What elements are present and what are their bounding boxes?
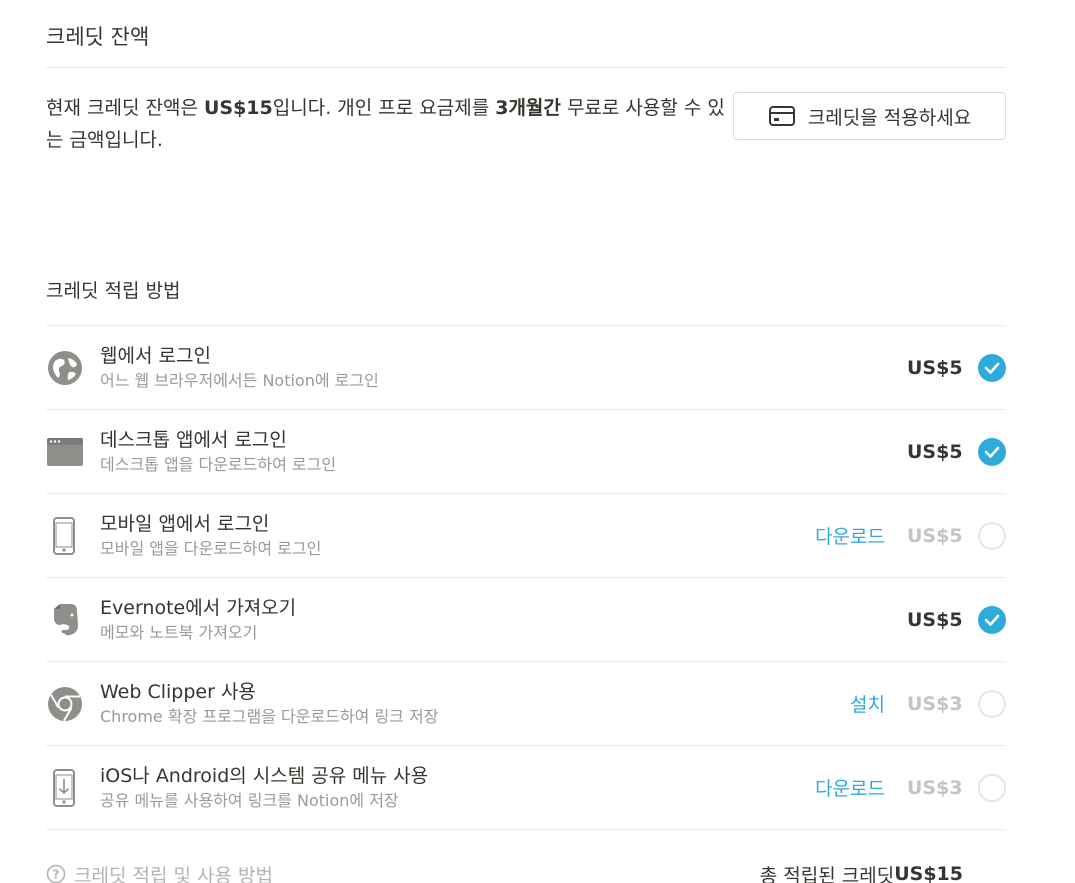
earn-credit-description: 데스크톱 앱을 다운로드하여 로그인 bbox=[100, 454, 337, 474]
apply-credit-label: 크레딧을 적용하세요 bbox=[807, 106, 972, 129]
question-circle-icon: ? bbox=[46, 864, 66, 883]
earn-credit-action-link[interactable]: 설치 bbox=[850, 690, 885, 717]
earn-credit-text: 웹에서 로그인 어느 웹 브라우저에서든 Notion에 로그인 bbox=[100, 343, 907, 393]
svg-text:?: ? bbox=[53, 868, 60, 882]
balance-text-before: 현재 크레딧 잔액은 bbox=[46, 97, 204, 119]
checkmark-icon bbox=[978, 605, 1006, 634]
evernote-elephant-icon bbox=[46, 600, 100, 640]
apply-credit-button[interactable]: 크레딧을 적용하세요 bbox=[733, 92, 1006, 140]
earn-credit-title: 웹에서 로그인 bbox=[100, 344, 211, 367]
earn-credit-description: 메모와 노트북 가져오기 bbox=[100, 622, 258, 642]
earn-credit-title: 모바일 앱에서 로그인 bbox=[100, 512, 270, 535]
earn-credit-amount: US$5 bbox=[907, 356, 963, 379]
earn-credit-amount: US$5 bbox=[907, 440, 963, 463]
mobile-phone-icon bbox=[46, 516, 100, 556]
earn-credit-status: 다운로드 US$3 bbox=[815, 773, 1006, 802]
total-credits: 총 적립된 크레딧 US$15 bbox=[760, 861, 963, 883]
earn-credit-title: iOS나 Android의 시스템 공유 메뉴 사용 bbox=[100, 764, 429, 787]
earn-credits-list: 웹에서 로그인 어느 웹 브라우저에서든 Notion에 로그인 US$5 데스… bbox=[46, 326, 1006, 830]
total-credits-value: US$15 bbox=[894, 863, 963, 883]
earn-credit-action-link[interactable]: 다운로드 bbox=[815, 774, 885, 801]
earn-credit-status: US$5 bbox=[907, 353, 1006, 382]
earn-credit-row: iOS나 Android의 시스템 공유 메뉴 사용 공유 메뉴를 사용하여 링… bbox=[46, 746, 1006, 830]
earn-credit-title: 데스크톱 앱에서 로그인 bbox=[100, 428, 287, 451]
balance-description: 현재 크레딧 잔액은 US$15입니다. 개인 프로 요금제를 3개월간 무료로… bbox=[46, 92, 726, 156]
earn-credit-amount: US$3 bbox=[907, 692, 963, 715]
earn-credit-amount: US$5 bbox=[907, 524, 963, 547]
earn-credit-text: Web Clipper 사용 Chrome 확장 프로그램을 다운로드하여 링크… bbox=[100, 679, 850, 729]
mobile-download-icon bbox=[46, 768, 100, 808]
globe-icon bbox=[46, 348, 100, 388]
earn-credit-amount: US$3 bbox=[907, 776, 963, 799]
credits-page: 크레딧 잔액 현재 크레딧 잔액은 US$15입니다. 개인 프로 요금제를 3… bbox=[0, 0, 1075, 883]
earn-credit-status: US$5 bbox=[907, 437, 1006, 466]
earn-credit-row: 웹에서 로그인 어느 웹 브라우저에서든 Notion에 로그인 US$5 bbox=[46, 326, 1006, 410]
earn-credit-title: Web Clipper 사용 bbox=[100, 680, 256, 703]
credits-container: 크레딧 잔액 현재 크레딧 잔액은 US$15입니다. 개인 프로 요금제를 3… bbox=[46, 0, 1006, 883]
earn-credit-row: Evernote에서 가져오기 메모와 노트북 가져오기 US$5 bbox=[46, 578, 1006, 662]
balance-section: 현재 크레딧 잔액은 US$15입니다. 개인 프로 요금제를 3개월간 무료로… bbox=[46, 68, 1006, 254]
earn-credit-title: Evernote에서 가져오기 bbox=[100, 596, 297, 619]
earn-credit-text: 데스크톱 앱에서 로그인 데스크톱 앱을 다운로드하여 로그인 bbox=[100, 427, 907, 477]
earn-credit-status: US$5 bbox=[907, 605, 1006, 634]
balance-amount: US$15 bbox=[203, 97, 273, 119]
empty-circle-icon bbox=[978, 773, 1006, 802]
earn-credit-status: 설치 US$3 bbox=[850, 689, 1006, 718]
earn-credit-text: iOS나 Android의 시스템 공유 메뉴 사용 공유 메뉴를 사용하여 링… bbox=[100, 763, 815, 813]
empty-circle-icon bbox=[978, 521, 1006, 550]
checkmark-icon bbox=[978, 437, 1006, 466]
page-title: 크레딧 잔액 bbox=[46, 0, 1006, 68]
earn-credit-row: 데스크톱 앱에서 로그인 데스크톱 앱을 다운로드하여 로그인 US$5 bbox=[46, 410, 1006, 494]
earn-credit-description: 모바일 앱을 다운로드하여 로그인 bbox=[100, 538, 322, 558]
credit-card-icon bbox=[768, 105, 796, 127]
earn-credit-amount: US$5 bbox=[907, 608, 963, 631]
earn-credit-action-link[interactable]: 다운로드 bbox=[815, 522, 885, 549]
checkmark-icon bbox=[978, 353, 1006, 382]
earn-credit-text: 모바일 앱에서 로그인 모바일 앱을 다운로드하여 로그인 bbox=[100, 511, 815, 561]
earn-credit-text: Evernote에서 가져오기 메모와 노트북 가져오기 bbox=[100, 595, 907, 645]
earn-credit-status: 다운로드 US$5 bbox=[815, 521, 1006, 550]
chrome-icon bbox=[46, 684, 100, 724]
earn-credit-row: 모바일 앱에서 로그인 모바일 앱을 다운로드하여 로그인 다운로드 US$5 bbox=[46, 494, 1006, 578]
empty-circle-icon bbox=[978, 689, 1006, 718]
credits-footer: ? 크레딧 적립 및 사용 방법 총 적립된 크레딧 US$15 bbox=[46, 830, 1006, 883]
earn-credit-description: 어느 웹 브라우저에서든 Notion에 로그인 bbox=[100, 370, 379, 390]
earn-credits-title: 크레딧 적립 방법 bbox=[46, 254, 1006, 326]
help-link[interactable]: ? 크레딧 적립 및 사용 방법 bbox=[46, 861, 273, 883]
balance-text-mid: 입니다. 개인 프로 요금제를 bbox=[272, 97, 496, 119]
earn-credit-row: Web Clipper 사용 Chrome 확장 프로그램을 다운로드하여 링크… bbox=[46, 662, 1006, 746]
earn-credit-description: 공유 메뉴를 사용하여 링크를 Notion에 저장 bbox=[100, 790, 399, 810]
earn-credit-description: Chrome 확장 프로그램을 다운로드하여 링크 저장 bbox=[100, 706, 439, 726]
desktop-app-icon bbox=[46, 432, 100, 472]
total-credits-label: 총 적립된 크레딧 bbox=[759, 864, 895, 883]
balance-duration: 3개월간 bbox=[495, 97, 561, 119]
help-link-label: 크레딧 적립 및 사용 방법 bbox=[74, 864, 273, 883]
